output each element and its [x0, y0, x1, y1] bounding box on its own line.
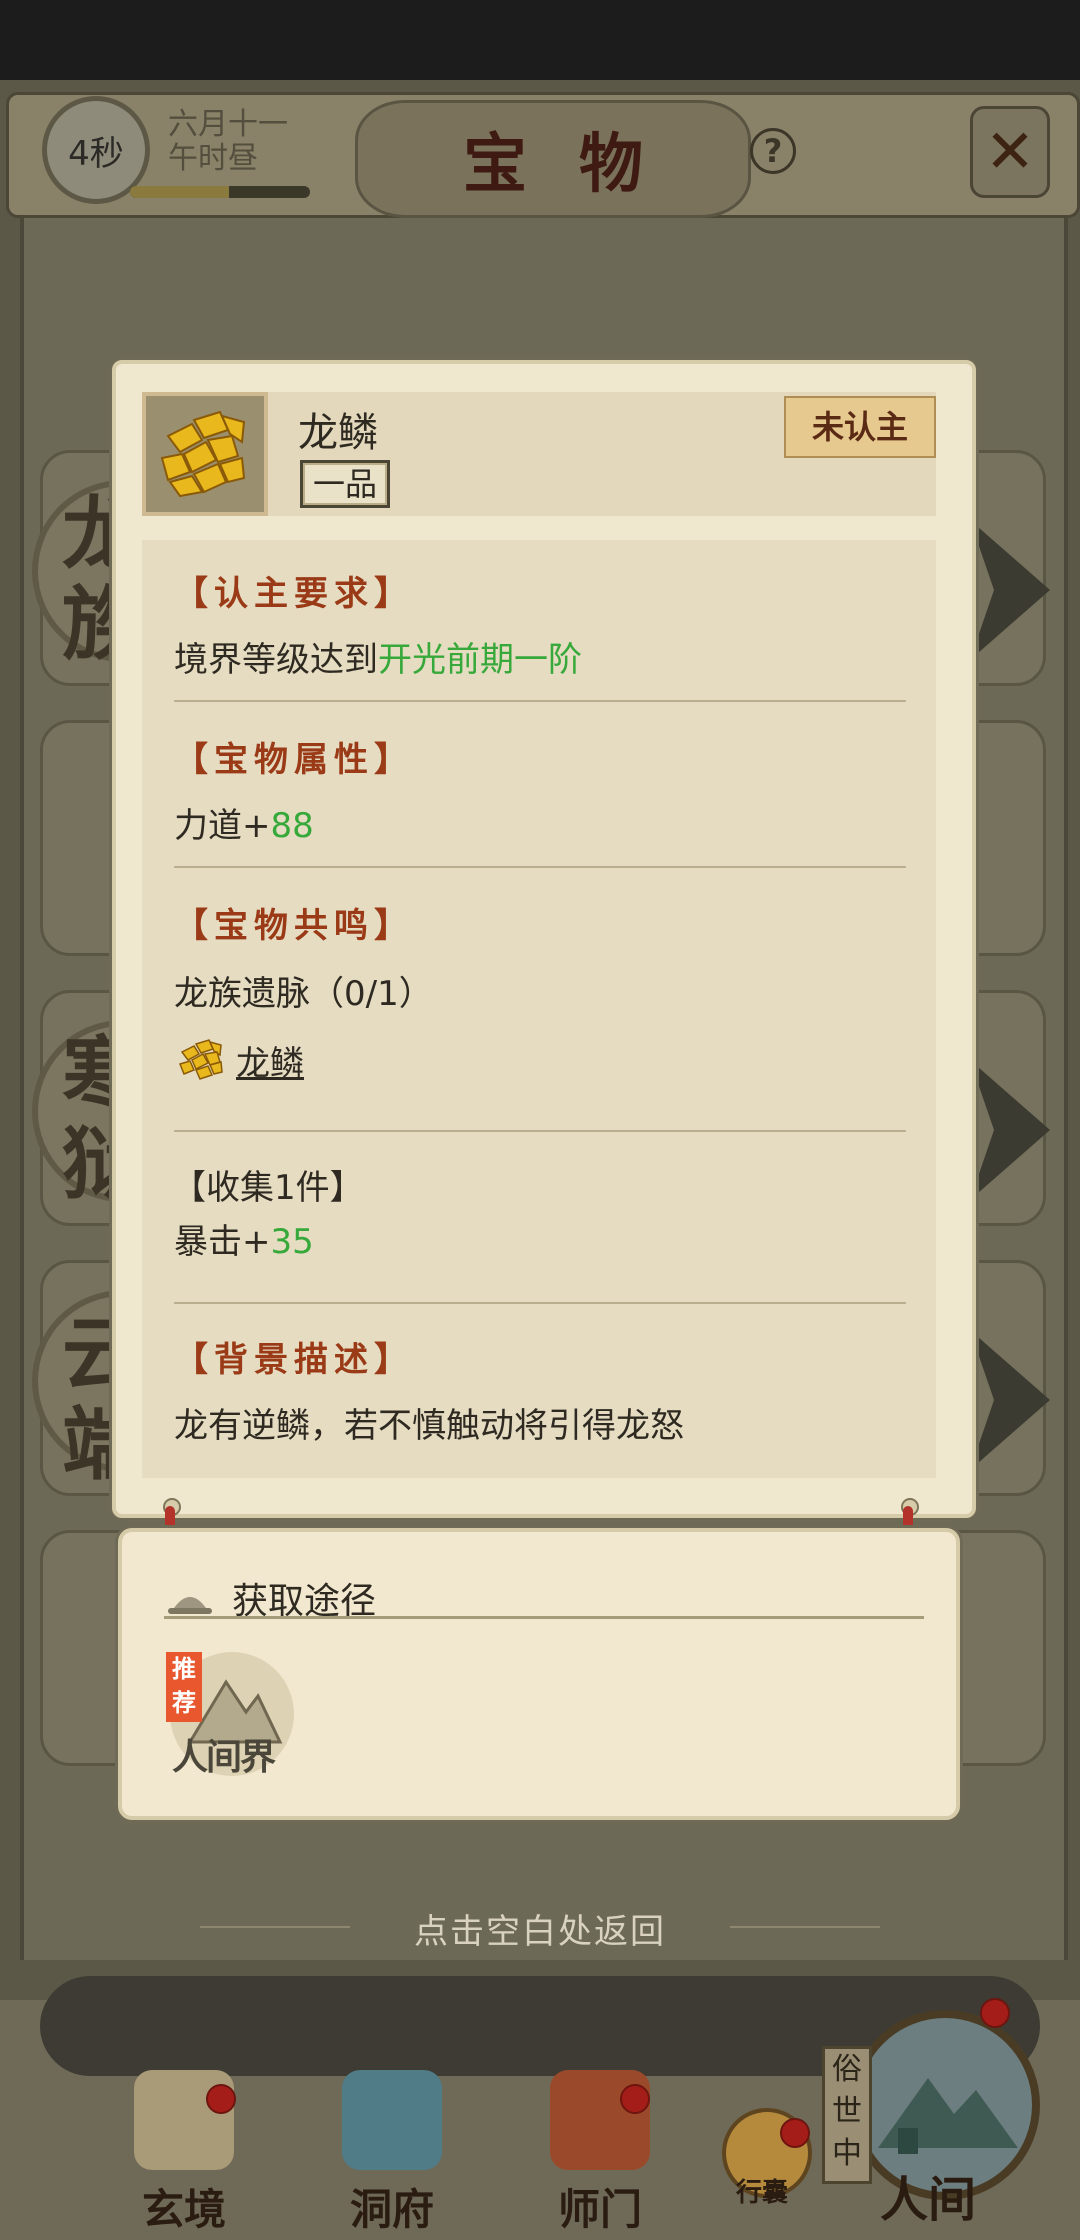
notification-dot — [780, 2118, 810, 2148]
divider — [174, 1302, 906, 1304]
ownership-status-tag: 未认主 — [784, 396, 936, 458]
acquisition-divider — [164, 1616, 924, 1619]
close-x-icon[interactable]: ✕ — [970, 106, 1050, 198]
nav-xuanjing[interactable]: 玄境 — [104, 2070, 264, 2237]
item-name: 龙鳞 — [298, 410, 378, 456]
hat-icon — [168, 1597, 212, 1614]
nav-label: 玄境 — [141, 2185, 226, 2234]
notification-dot — [206, 2084, 236, 2114]
attributes-title: 【宝物属性】 — [174, 740, 414, 780]
divider — [174, 866, 906, 868]
world-side-tag: 俗世中 — [822, 2046, 872, 2184]
divider — [174, 700, 906, 702]
collect-bonus-stat: 暴击+ — [174, 1222, 271, 1262]
date-day: 六月十一 — [168, 107, 288, 142]
nav-renjian[interactable]: 人间 — [880, 2160, 976, 2230]
collect-bonus-line: 暴击+35 — [174, 1214, 314, 1263]
resonance-member-link[interactable]: 龙鳞 — [236, 1036, 304, 1085]
time-progress-bar — [130, 186, 310, 198]
dragon-scale-icon — [178, 1039, 223, 1080]
page-title: 宝物 — [463, 127, 695, 202]
description-title: 【背景描述】 — [174, 1340, 414, 1380]
item-icon-frame — [142, 392, 268, 516]
nav-shimen[interactable]: 师门 — [520, 2070, 680, 2237]
divider — [174, 1130, 906, 1132]
dismiss-hint[interactable]: 点击空白处返回 — [0, 1904, 1080, 1953]
nav-label: 师门 — [557, 2185, 642, 2234]
time-progress-fill — [130, 186, 229, 198]
question-icon[interactable]: ? — [750, 128, 796, 174]
requirement-prefix: 境界等级达到 — [174, 640, 378, 680]
requirement-title: 【认主要求】 — [174, 574, 414, 614]
pavilion-icon — [342, 2070, 442, 2170]
resonance-set-name: 龙族遗脉（0/1） — [174, 974, 433, 1014]
nav-label: 洞府 — [349, 2185, 434, 2234]
recommend-badge: 推荐 — [166, 1652, 202, 1722]
notification-dot — [620, 2084, 650, 2114]
dragon-scale-icon — [160, 410, 246, 498]
status-bar — [0, 0, 1080, 80]
title-plate: 宝物 — [355, 100, 751, 218]
requirement-value: 开光前期一阶 — [378, 640, 582, 680]
requirement-text: 境界等级达到开光前期一阶 — [174, 632, 582, 681]
nav-xingnang[interactable]: 行囊 — [736, 2172, 788, 2209]
notification-dot — [980, 1998, 1010, 2028]
collect-bonus-value: 35 — [270, 1222, 314, 1262]
collect-bonus-title: 【收集1件】 — [172, 1168, 364, 1208]
source-name[interactable]: 人间界 — [172, 1728, 276, 1780]
game-date: 六月十一 午时昼 — [168, 108, 288, 176]
resonance-member-icon — [176, 1034, 228, 1088]
date-time: 午时昼 — [168, 141, 258, 176]
description-text: 龙有逆鳞，若不慎触动将引得龙怒 — [174, 1406, 684, 1446]
quality-badge: 一品 — [300, 460, 391, 508]
attribute-stat: 力道+ — [174, 806, 271, 846]
attribute-line: 力道+88 — [174, 798, 314, 847]
nav-dongfu[interactable]: 洞府 — [312, 2070, 472, 2237]
resonance-title: 【宝物共鸣】 — [174, 906, 414, 946]
attribute-value: 88 — [270, 806, 314, 846]
